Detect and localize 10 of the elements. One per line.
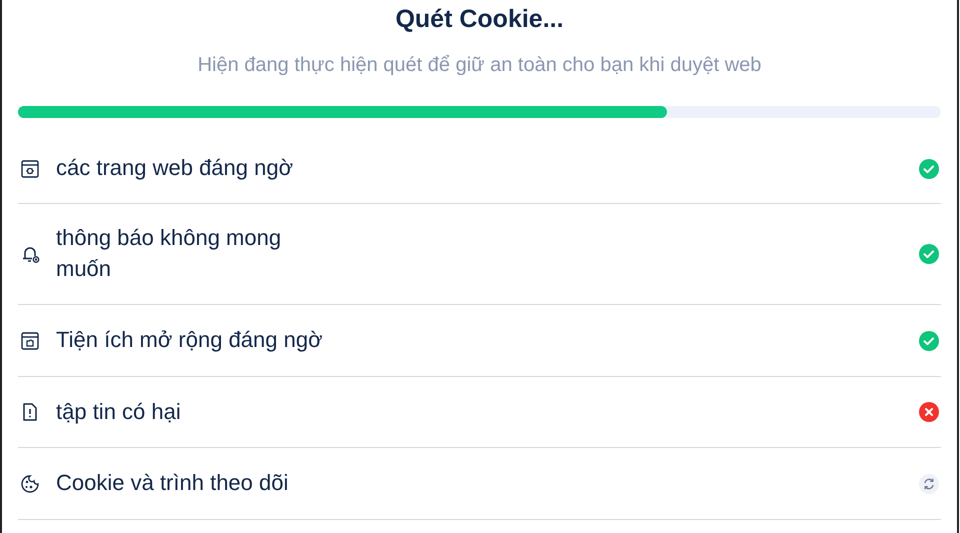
cookie-icon [20, 474, 40, 494]
browser-puzzle-icon [20, 330, 40, 350]
scan-item-label: Tiện ích mở rộng đáng ngờ [56, 326, 324, 354]
scan-item-label: Cookie và trình theo dõi [56, 469, 290, 498]
scan-item-label: tập tin có hại [56, 398, 182, 426]
browser-bug-icon [20, 158, 40, 178]
scan-item-label: thông báo không mong muốn [56, 224, 282, 283]
scan-item-label: các trang web đáng ngờ [56, 154, 294, 182]
subtitle: Hiện đang thực hiện quét để giữ an toàn cho bạn khi duyệt web [196, 53, 762, 78]
dialog-title: Quét Cookie... [394, 4, 565, 34]
